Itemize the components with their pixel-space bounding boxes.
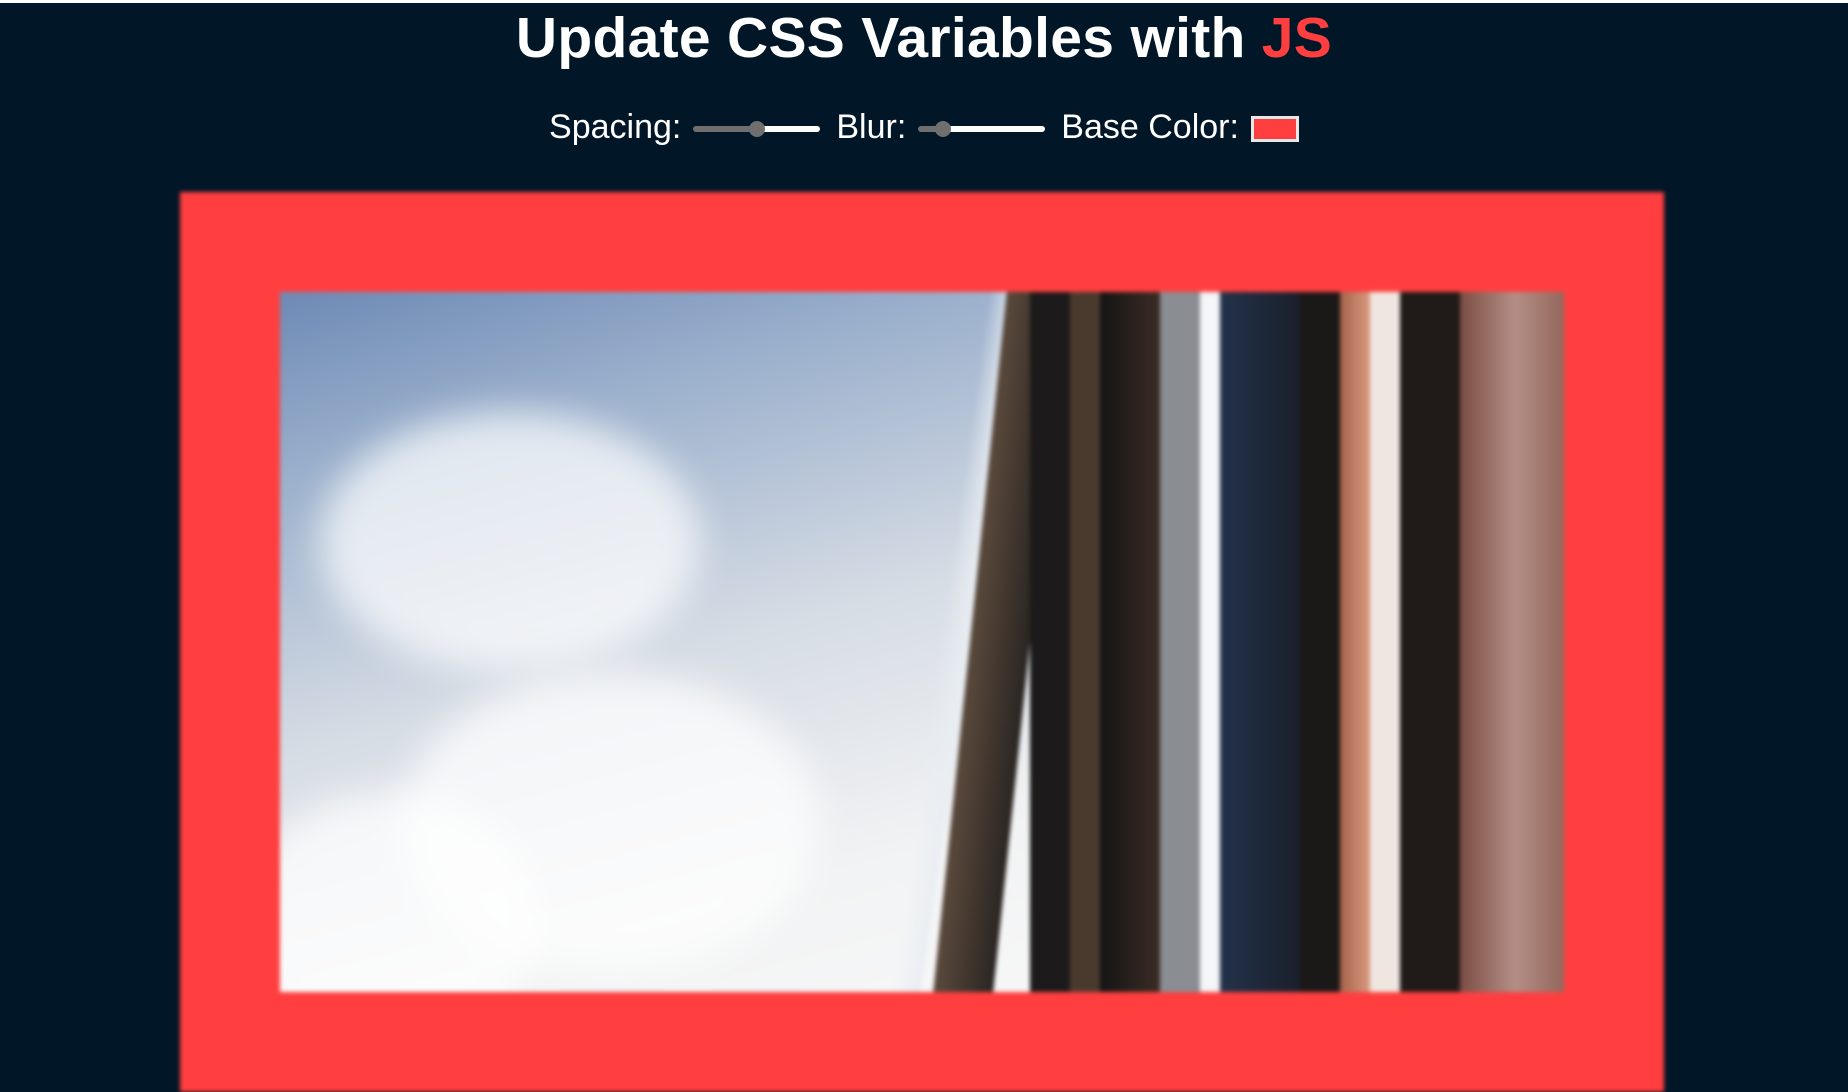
spacing-label: Spacing: <box>549 108 682 146</box>
page-title: Update CSS Variables with JS <box>0 8 1848 68</box>
title-highlight: JS <box>1261 6 1333 70</box>
photo-image <box>280 292 1564 992</box>
spacing-slider-thumb[interactable] <box>749 121 766 137</box>
spacing-slider-track <box>757 126 821 132</box>
blur-label: Blur: <box>836 108 907 146</box>
title-text: Update CSS Variables with <box>515 6 1262 70</box>
controls-bar: Spacing: Blur: Base Color: <box>0 102 1848 152</box>
spacing-slider[interactable] <box>693 121 821 137</box>
base-color-label: Base Color: <box>1061 108 1239 146</box>
base-color-picker[interactable] <box>1250 116 1299 142</box>
top-edge <box>0 0 1848 3</box>
blur-slider-thumb[interactable] <box>935 121 952 137</box>
blur-slider-track <box>943 126 1046 132</box>
spacing-slider-fill <box>693 126 758 132</box>
image-frame <box>180 192 1664 1092</box>
blur-slider[interactable] <box>918 121 1046 137</box>
